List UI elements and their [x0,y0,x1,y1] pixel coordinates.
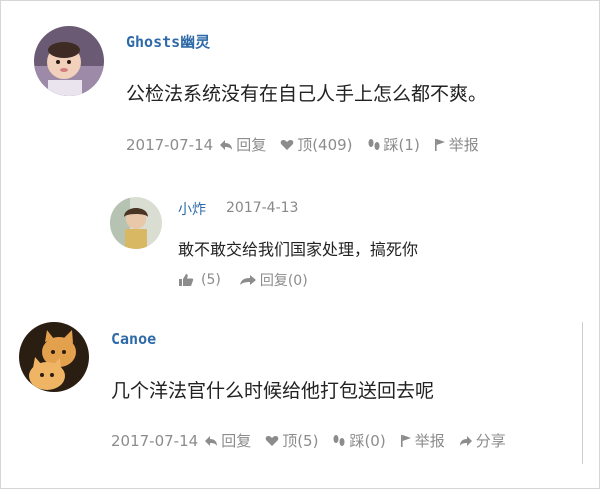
reply-icon [220,139,233,150]
share-icon [459,435,472,446]
reply-actions: (5) 回复(0) [178,270,322,290]
girl-photo-icon [110,197,162,249]
reply-text: 敢不敢交给我们国家处理，搞死你 [178,240,419,259]
report-label: 举报 [414,432,445,450]
heart-icon [280,139,294,150]
reply-date: 2017-4-13 [226,200,299,216]
dislike-button[interactable]: 踩(1) [367,134,420,155]
forward-arrow-icon [239,275,256,285]
comment-date: 2017-07-14 [111,431,199,450]
reply-reply-button[interactable]: 回复(0) [239,270,308,290]
like-button[interactable]: 顶(409) [280,134,353,155]
comment-username[interactable]: Canoe [111,330,156,348]
avatar[interactable] [19,322,89,392]
report-label: 举报 [448,136,479,154]
flag-icon [400,434,411,447]
reply-button[interactable]: 回复 [204,430,251,451]
reply-icon [205,435,218,446]
baby-photo-icon [34,26,104,96]
footprint-icon [368,138,380,150]
reply-like-button[interactable]: (5) [178,272,221,288]
comment-text: 公检法系统没有在自己人手上怎么都不爽。 [126,83,488,105]
report-button[interactable]: 举报 [434,134,479,155]
comment-actions: 2017-07-14 回复 顶(409) 踩(1) 举报 [126,134,493,155]
reply-reply-label: 回复(0) [259,273,308,289]
thumbs-up-icon [179,274,194,286]
dislike-button[interactable]: 踩(0) [332,430,386,451]
dislike-label: 踩(1) [383,136,420,154]
reply-button[interactable]: 回复 [219,134,266,155]
dislike-label: 踩(0) [349,432,386,450]
comment-username[interactable]: Ghosts幽灵 [126,31,210,52]
reply-avatar[interactable] [110,197,162,249]
like-label: 顶(5) [282,432,319,450]
like-label: 顶(409) [297,136,353,154]
reply-like-count: (5) [201,272,221,288]
flag-icon [434,138,445,151]
reply-label: 回复 [221,432,252,450]
avatar[interactable] [34,26,104,96]
comment-text: 几个洋法官什么时候给他打包送回去呢 [111,380,435,402]
comment-actions: 2017-07-14 回复 顶(5) 踩(0) 举报 分享 [111,430,506,451]
share-label: 分享 [475,432,506,450]
reply-label: 回复 [236,136,267,154]
footprint-icon [333,434,345,446]
report-button[interactable]: 举报 [400,430,445,451]
kittens-photo-icon [19,322,89,392]
scrollbar[interactable] [582,322,583,464]
comment-date: 2017-07-14 [126,135,214,154]
heart-icon [265,435,279,446]
reply-username[interactable]: 小炸 [178,199,206,219]
share-button[interactable]: 分享 [459,430,506,451]
like-button[interactable]: 顶(5) [265,430,318,451]
